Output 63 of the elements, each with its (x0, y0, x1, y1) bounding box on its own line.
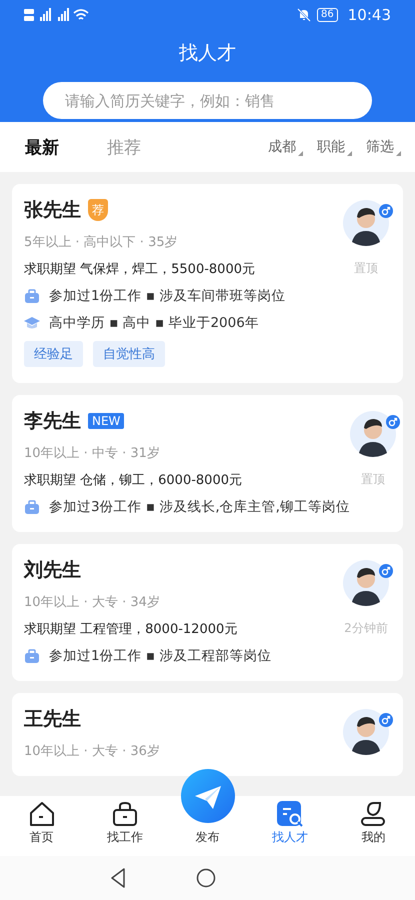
briefcase-icon (24, 288, 40, 304)
candidate-name: 刘先生 (24, 558, 81, 583)
card-status-text: 置顶 (360, 471, 385, 488)
nav-tab[interactable]: 找工作 (83, 796, 166, 856)
avatar-icon (350, 411, 396, 457)
candidate-card[interactable]: 刘先生 10年以上 · 大专 · 34岁 求职期望 工程管理，8000-12000元 参加过1份工作 ▪ 涉及工程部等岗位 2分钟前 (12, 544, 403, 681)
male-icon (379, 204, 393, 218)
candidate-name: 李先生 (24, 409, 81, 434)
male-icon (379, 713, 393, 727)
battery-level: 86 (317, 8, 338, 22)
candidate-meta: 5年以上 · 高中以下 · 35岁 (24, 234, 179, 251)
expectation-label: 求职期望 (24, 473, 76, 488)
experience-text: 参加过1份工作 ▪ 涉及工程部等岗位 (49, 647, 272, 665)
card-status-text: 置顶 (354, 260, 378, 277)
search-resume-icon (277, 801, 304, 827)
caret-icon (347, 151, 352, 156)
avatar-icon (343, 709, 389, 755)
male-icon (386, 415, 400, 429)
graduation-cap-icon (24, 316, 40, 330)
male-icon (379, 564, 393, 578)
tab[interactable]: 最新 (25, 136, 59, 158)
candidate-name: 张先生 (24, 198, 81, 223)
person-icon (360, 801, 386, 827)
experience-text: 参加过1份工作 ▪ 涉及车间带班等岗位 (49, 287, 286, 305)
home-circle-icon[interactable] (196, 868, 216, 888)
page-title: 找人才 (178, 41, 237, 66)
briefcase-icon (24, 500, 40, 514)
filter-dropdown[interactable]: 成都 (254, 138, 303, 156)
clock-time: 10:43 (348, 6, 391, 24)
skill-tag: 自觉性高 (93, 341, 165, 367)
filter-dropdown[interactable]: 筛选 (352, 138, 401, 156)
candidate-card[interactable]: 张先生 荐 5年以上 · 高中以下 · 35岁 求职期望 气保焊，焊工，5500-8000元 参加过1份工作 ▪ 涉及车间带班等岗位 高中学历 ▪ 高中 ▪ 毕业于2006年 经验足 自觉性高 置顶 (12, 184, 403, 383)
expectation-text: 仓储，铆工，6000-8000元 (80, 473, 242, 488)
new-badge: NEW (88, 413, 124, 429)
candidate-meta: 10年以上 · 大专 · 34岁 (24, 594, 161, 611)
recommend-badge: 荐 (88, 199, 108, 221)
nav-tab[interactable]: 我的 (332, 796, 415, 856)
expectation-text: 气保焊，焊工，5500-8000元 (80, 262, 255, 277)
experience-text: 参加过3份工作 ▪ 涉及线长,仓库主管,铆工等岗位 (49, 498, 350, 516)
home-icon (28, 801, 55, 827)
caret-icon (396, 151, 401, 156)
avatar-icon (343, 560, 389, 606)
avatar-icon (343, 200, 389, 246)
education-text: 高中学历 ▪ 高中 ▪ 毕业于2006年 (49, 314, 259, 332)
search-field[interactable]: 请输入简历关键字，例如：销售 (43, 82, 372, 119)
card-status-text: 2分钟前 (344, 620, 388, 637)
candidate-name: 王先生 (24, 707, 81, 732)
candidate-meta: 10年以上 · 中专 · 31岁 (24, 445, 161, 462)
skill-tag: 经验足 (24, 341, 83, 367)
caret-icon (298, 151, 303, 156)
expectation-text: 工程管理，8000-12000元 (80, 622, 238, 637)
bell-muted-icon (297, 8, 312, 22)
back-icon[interactable] (110, 868, 126, 888)
candidate-card[interactable]: 李先生 NEW 10年以上 · 中专 · 31岁 求职期望 仓储，铆工，6000-8000元 参加过3份工作 ▪ 涉及线长,仓库主管,铆工等岗位 置顶 (12, 395, 403, 532)
candidate-card[interactable]: 王先生 10年以上 · 大专 · 36岁 (12, 693, 403, 776)
candidate-meta: 10年以上 · 大专 · 36岁 (24, 743, 161, 760)
nav-tab[interactable]: 找人才 (248, 796, 332, 856)
filter-dropdown[interactable]: 职能 (303, 138, 352, 156)
nav-tab[interactable]: 首页 (0, 796, 84, 856)
briefcase-icon (24, 648, 40, 664)
briefcase-icon (112, 801, 138, 827)
expectation-label: 求职期望 (24, 262, 76, 277)
expectation-label: 求职期望 (24, 622, 76, 637)
